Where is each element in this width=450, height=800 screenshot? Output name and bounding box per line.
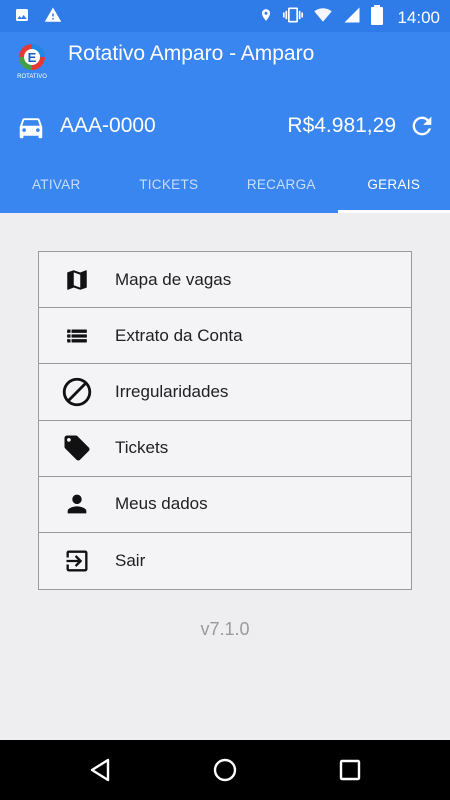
logo-caption: ROTATIVO xyxy=(17,74,47,80)
battery-icon xyxy=(371,5,384,30)
location-icon xyxy=(259,5,273,30)
map-icon xyxy=(39,267,115,293)
menu-item-label: Extrato da Conta xyxy=(115,325,243,345)
recents-icon[interactable] xyxy=(339,757,361,788)
app-logo: E ROTATIVO xyxy=(14,42,50,80)
app-title: Rotativo Amparo - Amparo xyxy=(68,42,315,65)
menu-item-label: Tickets xyxy=(115,438,169,458)
signal-icon xyxy=(343,6,361,29)
back-icon[interactable] xyxy=(88,757,112,788)
logo-letter: E xyxy=(28,50,37,65)
tab-bar: ATIVAR TICKETS RECARGA GERAIS xyxy=(0,165,450,213)
tab-ativar[interactable]: ATIVAR xyxy=(0,165,113,213)
menu-item-label: Meus dados xyxy=(115,494,208,514)
settings-menu: Mapa de vagas Extrato da Conta Irregular… xyxy=(38,251,412,591)
tab-gerais[interactable]: GERAIS xyxy=(337,165,450,213)
car-icon xyxy=(16,112,46,147)
menu-item-extrato-da-conta[interactable]: Extrato da Conta xyxy=(39,308,411,365)
menu-item-irregularidades[interactable]: Irregularidades xyxy=(39,364,411,421)
menu-item-label: Sair xyxy=(115,551,146,571)
home-icon[interactable] xyxy=(212,757,238,788)
menu-item-sair[interactable]: Sair xyxy=(39,533,411,589)
status-time: 14:00 xyxy=(397,7,440,27)
person-icon xyxy=(39,490,115,518)
menu-item-label: Irregularidades xyxy=(115,381,229,401)
wifi-icon xyxy=(313,6,333,29)
tag-icon xyxy=(39,433,115,463)
system-nav-bar xyxy=(0,740,450,800)
menu-item-label: Mapa de vagas xyxy=(115,269,232,289)
account-balance: R$4.981,29 xyxy=(287,114,396,137)
tab-recarga[interactable]: RECARGA xyxy=(225,165,338,213)
block-icon xyxy=(39,375,115,409)
app-version: v7.1.0 xyxy=(200,619,250,639)
tab-tickets[interactable]: TICKETS xyxy=(113,165,226,213)
vehicle-plate: AAA-0000 xyxy=(60,114,156,137)
app-header: E ROTATIVO Rotativo Amparo - Amparo AAA-… xyxy=(0,32,450,213)
list-icon xyxy=(39,323,115,349)
menu-item-meus-dados[interactable]: Meus dados xyxy=(39,477,411,533)
status-bar: 14:00 xyxy=(0,0,450,32)
refresh-icon[interactable] xyxy=(408,112,436,145)
exit-icon xyxy=(39,547,115,575)
vibrate-icon xyxy=(283,5,304,30)
warning-icon xyxy=(44,6,62,29)
image-icon xyxy=(14,7,30,28)
menu-item-tickets[interactable]: Tickets xyxy=(39,421,411,477)
menu-item-mapa-de-vagas[interactable]: Mapa de vagas xyxy=(39,252,411,309)
